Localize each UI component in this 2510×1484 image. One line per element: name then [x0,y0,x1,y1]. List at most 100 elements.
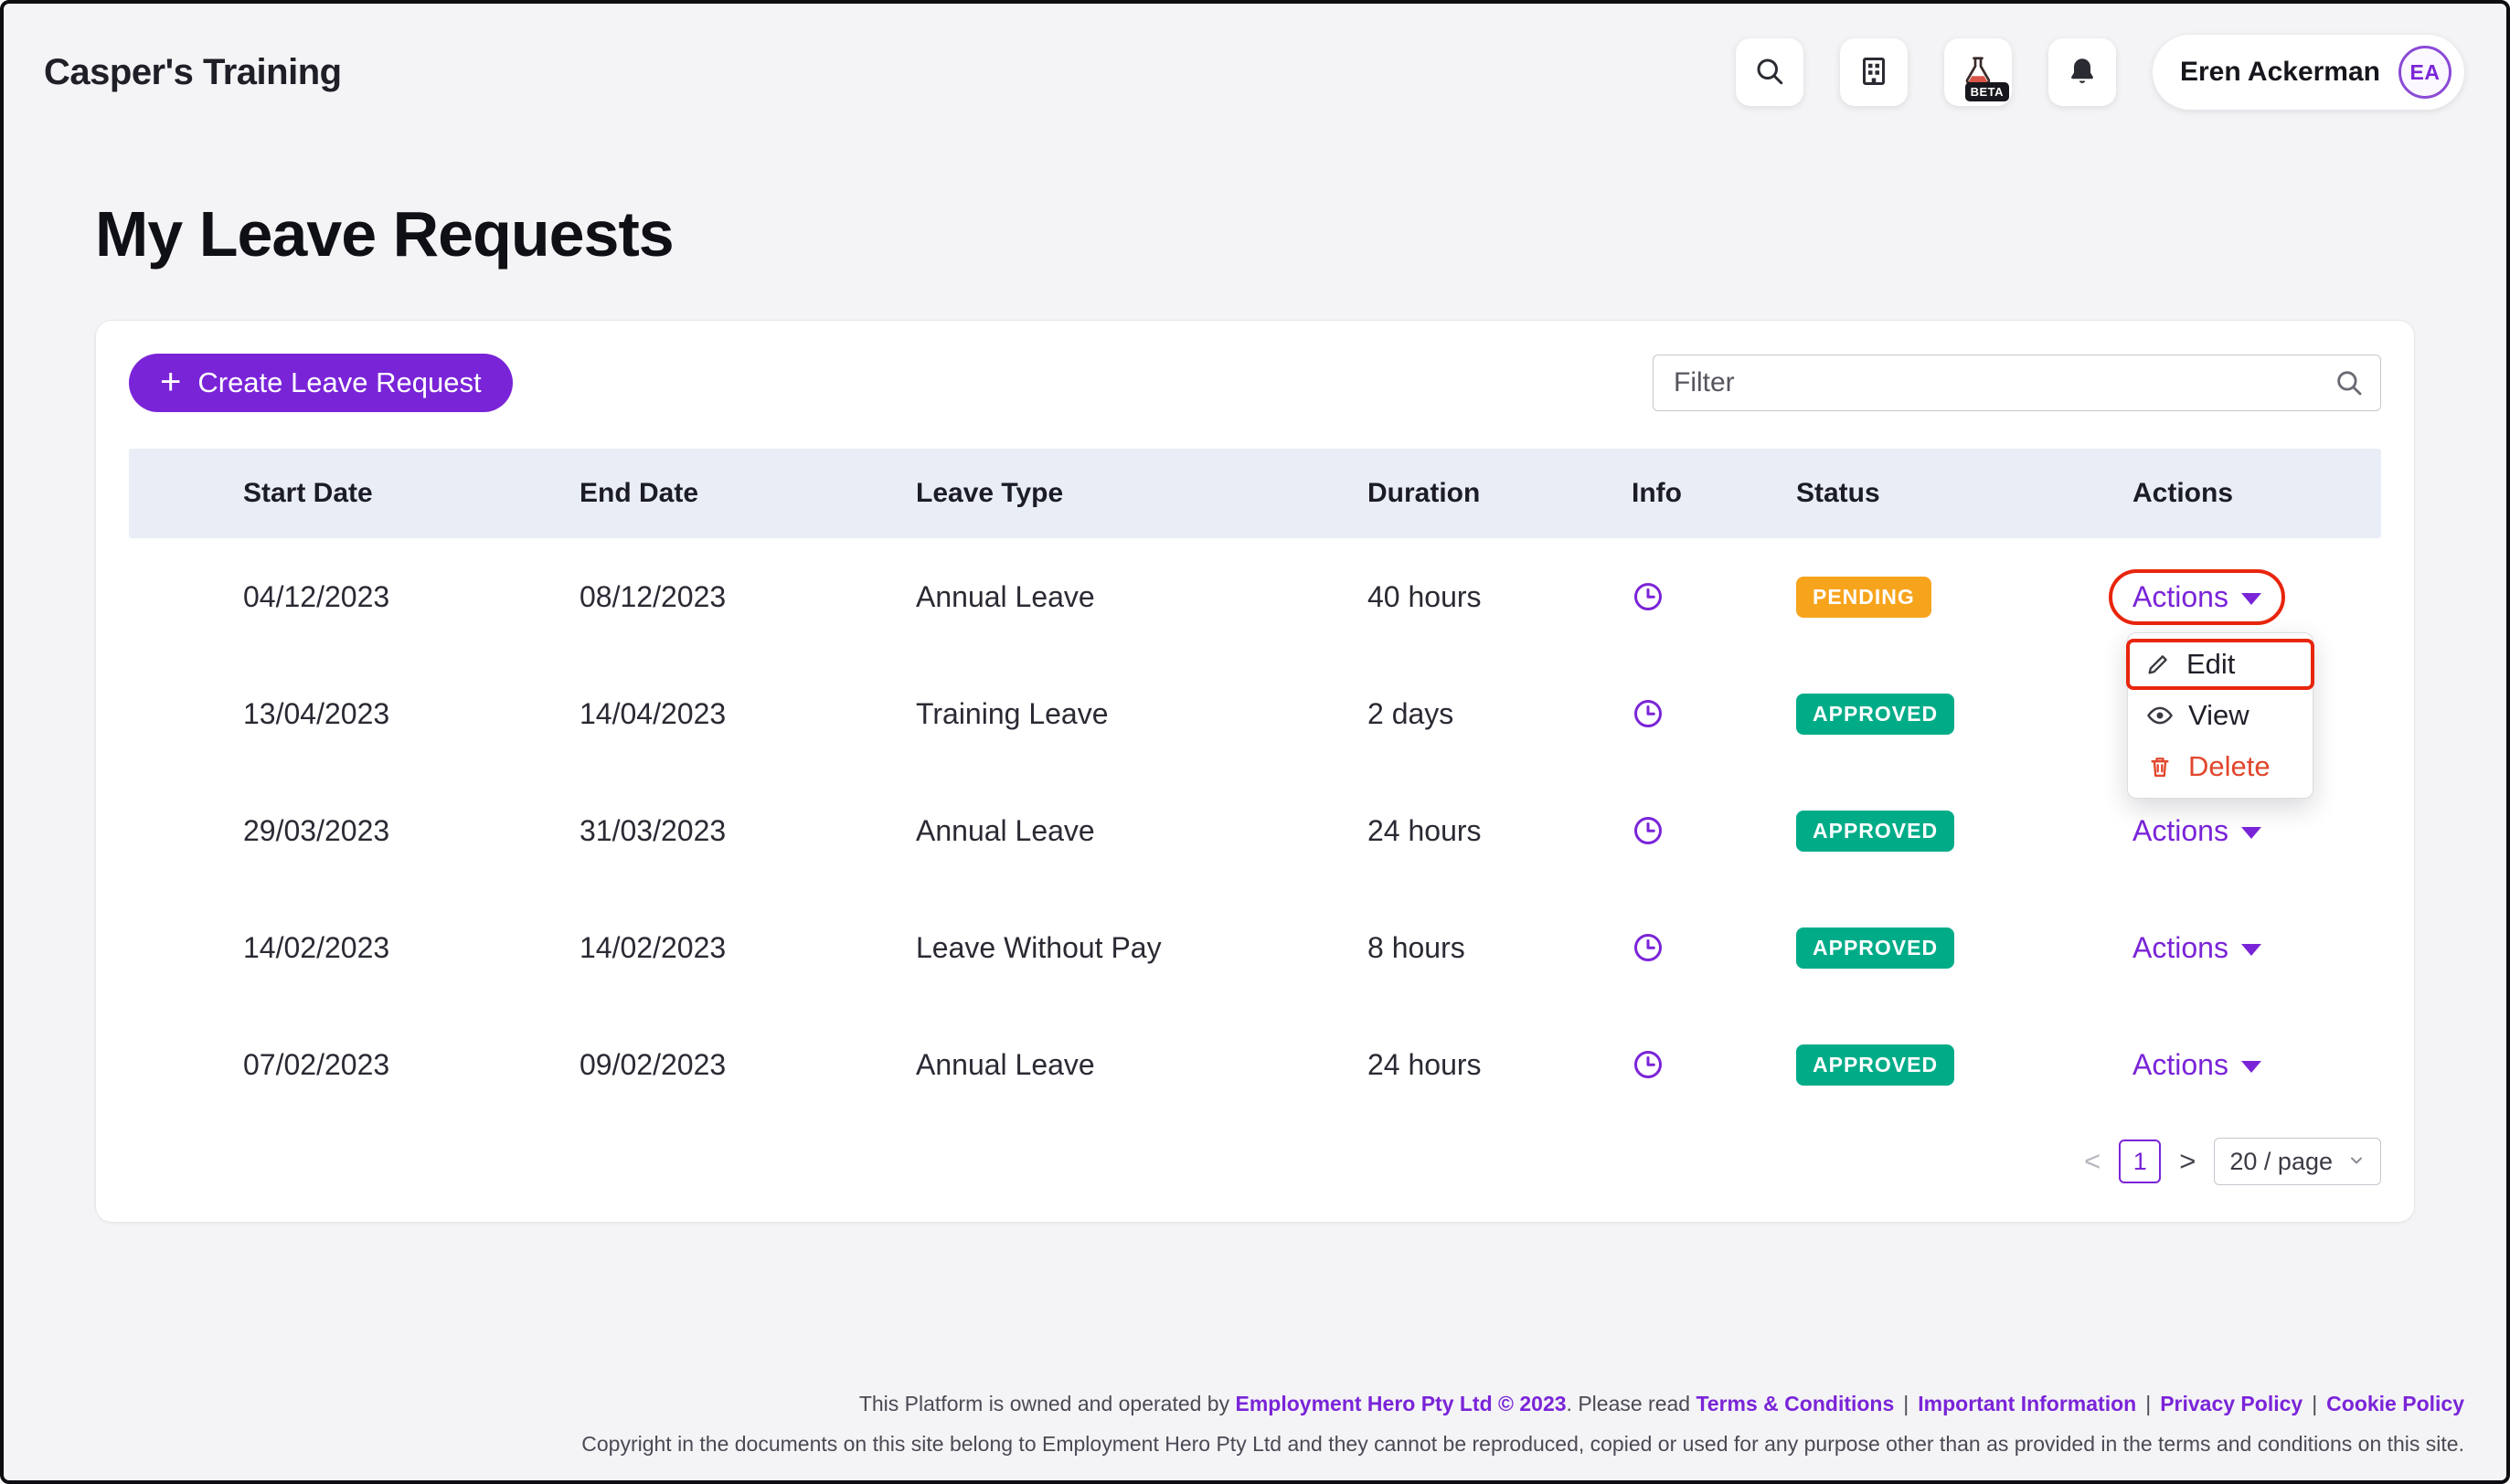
app-window: { "colors": { "accent": "#7a24d8", "pend… [0,0,2510,1484]
footer: This Platform is owned and operated by E… [581,1391,2464,1458]
cell-start-date: 04/12/2023 [243,580,580,614]
cell-duration: 8 hours [1367,931,1632,965]
cell-actions: Actions [2132,1037,2381,1093]
bell-icon [2066,55,2099,90]
header-actions: BETA Eren Ackerman EA [1736,35,2464,110]
column-leave-type: Leave Type [916,478,1367,509]
row-actions-trigger[interactable]: Actions [2109,803,2285,859]
cell-duration: 2 days [1367,697,1632,731]
cell-start-date: 29/03/2023 [243,814,580,848]
table-row: 04/12/2023 08/12/2023 Annual Leave 40 ho… [129,538,2381,655]
cell-info [1632,931,1796,964]
cell-info [1632,1048,1796,1081]
clock-info-icon[interactable] [1632,931,1664,964]
building-icon [1857,55,1890,90]
footer-link-privacy-policy[interactable]: Privacy Policy [2160,1392,2303,1415]
row-actions-trigger[interactable]: Actions [2109,1037,2285,1093]
clock-info-icon[interactable] [1632,814,1664,847]
create-leave-request-label: Create Leave Request [197,366,481,399]
column-duration: Duration [1367,478,1632,509]
clock-info-icon[interactable] [1632,580,1664,613]
search-button[interactable] [1736,38,1803,106]
cell-start-date: 13/04/2023 [243,697,580,731]
card-toolbar: + Create Leave Request [129,354,2381,412]
status-badge: APPROVED [1796,1044,1954,1086]
row-actions-trigger[interactable]: Actions [2109,569,2285,625]
pagination-next-button[interactable]: > [2179,1145,2196,1178]
chevron-down-icon [2241,1061,2261,1073]
cell-leave-type: Leave Without Pay [916,931,1367,965]
cell-start-date: 07/02/2023 [243,1048,580,1082]
pagination: < 1 > 20 / page [2084,1138,2381,1185]
leave-requests-card: + Create Leave Request Start Date End Da… [95,320,2415,1223]
footer-separator: | [2145,1392,2151,1415]
status-badge: APPROVED [1796,928,1954,969]
table-row: 07/02/2023 09/02/2023 Annual Leave 24 ho… [129,1006,2381,1123]
trash-icon [2146,754,2174,779]
table-row: 13/04/2023 14/04/2023 Training Leave 2 d… [129,655,2381,772]
cell-end-date: 09/02/2023 [580,1048,916,1082]
column-end-date: End Date [580,478,916,509]
footer-text: . Please read [1567,1392,1696,1415]
row-actions-trigger[interactable]: Actions [2109,920,2285,976]
cell-info [1632,580,1796,613]
cell-info [1632,814,1796,847]
cell-leave-type: Annual Leave [916,1048,1367,1082]
footer-company-link[interactable]: Employment Hero Pty Ltd © 2023 [1236,1392,1567,1415]
chevron-down-icon [2241,827,2261,839]
cell-end-date: 14/04/2023 [580,697,916,731]
cell-status: APPROVED [1796,811,2132,852]
menu-item-delete-label: Delete [2188,750,2271,783]
footer-copyright: Copyright in the documents on this site … [581,1431,2464,1458]
plus-icon: + [160,364,181,400]
create-leave-request-button[interactable]: + Create Leave Request [129,354,513,412]
menu-item-edit[interactable]: Edit [2126,639,2314,690]
footer-link-cookie-policy[interactable]: Cookie Policy [2326,1392,2464,1415]
footer-separator: | [2312,1392,2317,1415]
column-info: Info [1632,478,1796,509]
actions-dropdown-menu: Edit View Delete [2127,632,2313,799]
pagination-prev-button[interactable]: < [2084,1145,2101,1178]
actions-trigger-label: Actions [2132,814,2228,848]
actions-trigger-label: Actions [2132,580,2228,614]
cell-leave-type: Training Leave [916,697,1367,731]
actions-trigger-label: Actions [2132,931,2228,965]
filter-input[interactable] [1653,355,2381,411]
beta-labs-button[interactable]: BETA [1944,38,2012,106]
cell-end-date: 08/12/2023 [580,580,916,614]
status-badge: APPROVED [1796,811,1954,852]
page-size-select[interactable]: 20 / page [2214,1138,2381,1185]
menu-item-edit-label: Edit [2186,648,2235,681]
user-menu[interactable]: Eren Ackerman EA [2153,35,2464,110]
chevron-down-icon [2241,944,2261,956]
footer-link-important-information[interactable]: Important Information [1918,1392,2136,1415]
page-size-value: 20 / page [2229,1148,2333,1176]
cell-status: PENDING [1796,577,2132,618]
status-badge: APPROVED [1796,694,1954,735]
organisation-button[interactable] [1840,38,1908,106]
menu-item-view-label: View [2188,699,2249,732]
table-row: 14/02/2023 14/02/2023 Leave Without Pay … [129,889,2381,1006]
cell-duration: 40 hours [1367,580,1632,614]
table-row: 29/03/2023 31/03/2023 Annual Leave 24 ho… [129,772,2381,889]
footer-link-terms[interactable]: Terms & Conditions [1696,1392,1894,1415]
cell-leave-type: Annual Leave [916,814,1367,848]
notifications-button[interactable] [2048,38,2116,106]
filter-search-icon [2334,367,2365,398]
cell-info [1632,697,1796,730]
clock-info-icon[interactable] [1632,697,1664,730]
page-title: My Leave Requests [95,197,2506,270]
menu-item-view[interactable]: View [2128,690,2313,741]
chevron-down-icon [2241,593,2261,605]
pagination-page-1[interactable]: 1 [2119,1140,2161,1183]
cell-end-date: 14/02/2023 [580,931,916,965]
column-actions: Actions [2132,478,2381,509]
clock-info-icon[interactable] [1632,1048,1664,1081]
top-bar: Casper's Training BETA Eren Ackerman EA [4,4,2506,110]
cell-actions: Actions [2132,803,2381,859]
cell-status: APPROVED [1796,1044,2132,1086]
status-badge: PENDING [1796,577,1931,618]
menu-item-delete[interactable]: Delete [2128,741,2313,792]
cell-end-date: 31/03/2023 [580,814,916,848]
cell-status: APPROVED [1796,928,2132,969]
